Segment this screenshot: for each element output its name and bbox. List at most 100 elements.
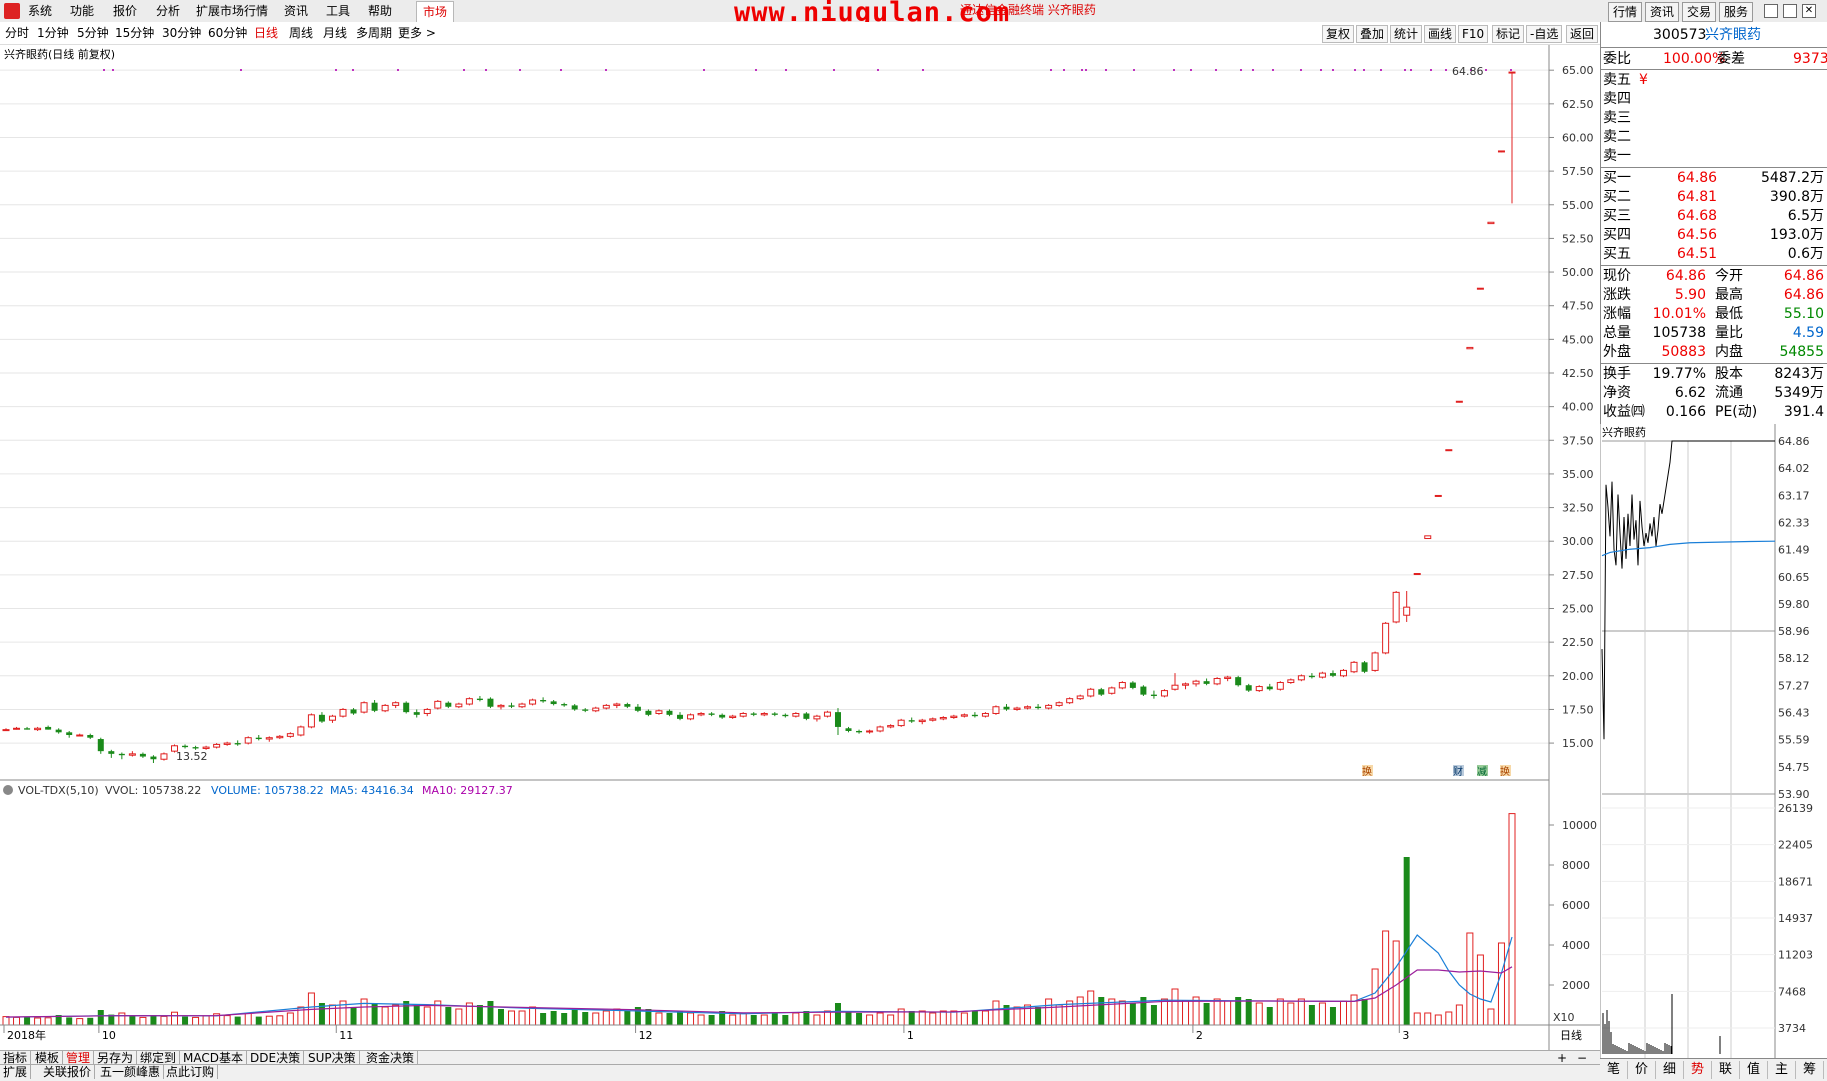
draw-line-button[interactable]: 画线 <box>1424 25 1457 43</box>
marker-dot <box>1332 69 1334 71</box>
minus-icon[interactable]: − <box>1577 1051 1587 1065</box>
event-mark[interactable]: 换 <box>1362 765 1372 778</box>
candle-body <box>182 745 189 748</box>
period-tab[interactable]: 1分钟 <box>37 26 69 40</box>
bottom-tab[interactable]: 绑定到 <box>137 1051 181 1065</box>
right-tab[interactable]: 笔 <box>1600 1061 1628 1079</box>
volume-bar <box>602 1010 610 1026</box>
period-tab[interactable]: 多周期 <box>356 26 392 40</box>
candle-body <box>582 709 589 711</box>
stats-button[interactable]: 统计 <box>1390 25 1423 43</box>
price-tick-label: 55.00 <box>1562 199 1594 212</box>
volume-bar <box>1308 1005 1315 1025</box>
back-button[interactable]: 返回 <box>1566 25 1599 43</box>
minimize-icon[interactable] <box>1764 4 1778 18</box>
period-tab[interactable]: 15分钟 <box>115 26 154 40</box>
menu-item[interactable]: 分析 <box>156 3 180 19</box>
add-icon[interactable]: + <box>1557 1051 1567 1065</box>
indicator-menu-icon[interactable] <box>3 785 13 795</box>
stat-label: 净资 <box>1603 385 1631 401</box>
menu-item[interactable]: 工具 <box>326 3 350 19</box>
intraday-chart[interactable]: 兴齐眼药 64.86 64.02 63.17 62.33 61.49 60.65 59.80… <box>1600 424 1827 1058</box>
stat-value: 5349万 <box>1774 385 1824 401</box>
volume-bar <box>192 1016 200 1026</box>
close-icon[interactable]: ✕ <box>1802 4 1816 18</box>
period-tab[interactable]: 30分钟 <box>162 26 201 40</box>
bottom-tab[interactable]: MACD基本 <box>180 1051 247 1065</box>
right-tab[interactable]: 主 <box>1768 1061 1796 1079</box>
kline-chart[interactable]: 15.00 17.50 20.00 22.50 25.00 27.50 30.00 32.50… <box>0 45 1600 1050</box>
event-mark[interactable]: 换 <box>1500 765 1510 778</box>
watchlist-button[interactable]: -自选 <box>1526 25 1563 43</box>
bottom-tab-active[interactable]: 管理 <box>63 1051 95 1065</box>
volume-indicator-name[interactable]: VOL-TDX(5,10) <box>18 784 99 797</box>
more-periods-menu[interactable]: 更多 > <box>398 26 436 40</box>
period-tab[interactable]: 5分钟 <box>77 26 109 40</box>
volume-bar <box>497 1009 504 1025</box>
quote-nav-button[interactable]: 行情 <box>1608 2 1643 22</box>
period-tab[interactable]: 60分钟 <box>208 26 247 40</box>
maximize-icon[interactable] <box>1783 4 1797 18</box>
menu-item[interactable]: 功能 <box>70 3 94 19</box>
candle-body <box>318 714 325 722</box>
bottom-tab[interactable]: SUP决策 <box>305 1051 360 1065</box>
volume-bar <box>234 1016 241 1025</box>
right-tab[interactable]: 价 <box>1628 1061 1656 1079</box>
menu-item[interactable]: 扩展市场行情 <box>196 3 268 19</box>
menu-item[interactable]: 报价 <box>113 3 137 19</box>
adjust-button[interactable]: 复权 <box>1322 25 1355 43</box>
menu-item[interactable]: 系统 <box>28 3 52 19</box>
volume-bar <box>1424 1012 1432 1026</box>
bottom-tab[interactable]: 扩展 <box>0 1065 32 1079</box>
bottom-tab[interactable]: 资金决策 <box>363 1051 419 1065</box>
stock-code: 300573 <box>1653 27 1707 43</box>
bottom-tab[interactable]: 模板 <box>32 1051 64 1065</box>
mark-button[interactable]: 标记 <box>1492 25 1525 43</box>
bottom-tab[interactable]: 指标 <box>0 1051 32 1065</box>
marker-dot <box>1354 69 1356 71</box>
stat-value: 64.86 <box>1783 268 1824 284</box>
marker-dot <box>755 69 757 71</box>
menu-item[interactable]: 帮助 <box>368 3 392 19</box>
trade-nav-button[interactable]: 交易 <box>1682 2 1717 22</box>
event-mark[interactable]: 财 <box>1453 765 1463 778</box>
ask-label: 卖四 <box>1603 91 1631 107</box>
news-nav-button[interactable]: 资讯 <box>1645 2 1680 22</box>
candle-body <box>1003 706 1010 710</box>
low-price-label: 13.52 <box>176 750 208 763</box>
menu-item[interactable]: 资讯 <box>284 3 308 19</box>
candle-body <box>1434 494 1442 497</box>
overlay-button[interactable]: 叠加 <box>1356 25 1389 43</box>
ask-label: 卖二 <box>1603 129 1631 145</box>
bottom-tab[interactable]: DDE决策 <box>247 1051 305 1065</box>
candle-body <box>760 712 768 716</box>
candle-body <box>1392 591 1400 623</box>
right-tab-active[interactable]: 势 <box>1684 1061 1712 1079</box>
volume-bar <box>803 1011 810 1025</box>
period-tab[interactable]: 月线 <box>323 26 347 40</box>
volume-tick-label: 8000 <box>1562 859 1590 872</box>
weicha-value: 9373 <box>1793 51 1827 67</box>
right-tab[interactable]: 筹 <box>1796 1061 1824 1079</box>
market-tab[interactable]: 市场 <box>416 1 455 23</box>
candle-body <box>655 710 663 714</box>
bottom-tab[interactable]: 另存为 <box>94 1051 138 1065</box>
right-tab[interactable]: 细 <box>1656 1061 1684 1079</box>
bottom-tab[interactable]: 点此订购 <box>163 1065 219 1079</box>
price-tick-label: 17.50 <box>1562 703 1594 716</box>
bottom-tab[interactable]: 五一颜峰惠 <box>97 1065 165 1079</box>
intraday-volume-label: 7468 <box>1778 985 1806 998</box>
candle-body <box>708 713 715 715</box>
candle-body <box>108 751 115 754</box>
service-nav-button[interactable]: 服务 <box>1719 2 1754 22</box>
period-tab[interactable]: 分时 <box>5 26 29 40</box>
period-tab-active[interactable]: 日线 <box>254 26 278 40</box>
right-tab[interactable]: 值 <box>1740 1061 1768 1079</box>
event-mark[interactable]: 减 <box>1477 766 1487 778</box>
f10-button[interactable]: F10 <box>1458 25 1489 43</box>
right-tab[interactable]: 联 <box>1712 1061 1740 1079</box>
period-tab[interactable]: 周线 <box>289 26 313 40</box>
stat-row: 收益㈣ 0.166 PE(动) 391.4 <box>1601 403 1827 421</box>
bottom-tab[interactable]: 关联报价 <box>40 1065 96 1079</box>
marker-dot <box>1173 69 1175 71</box>
